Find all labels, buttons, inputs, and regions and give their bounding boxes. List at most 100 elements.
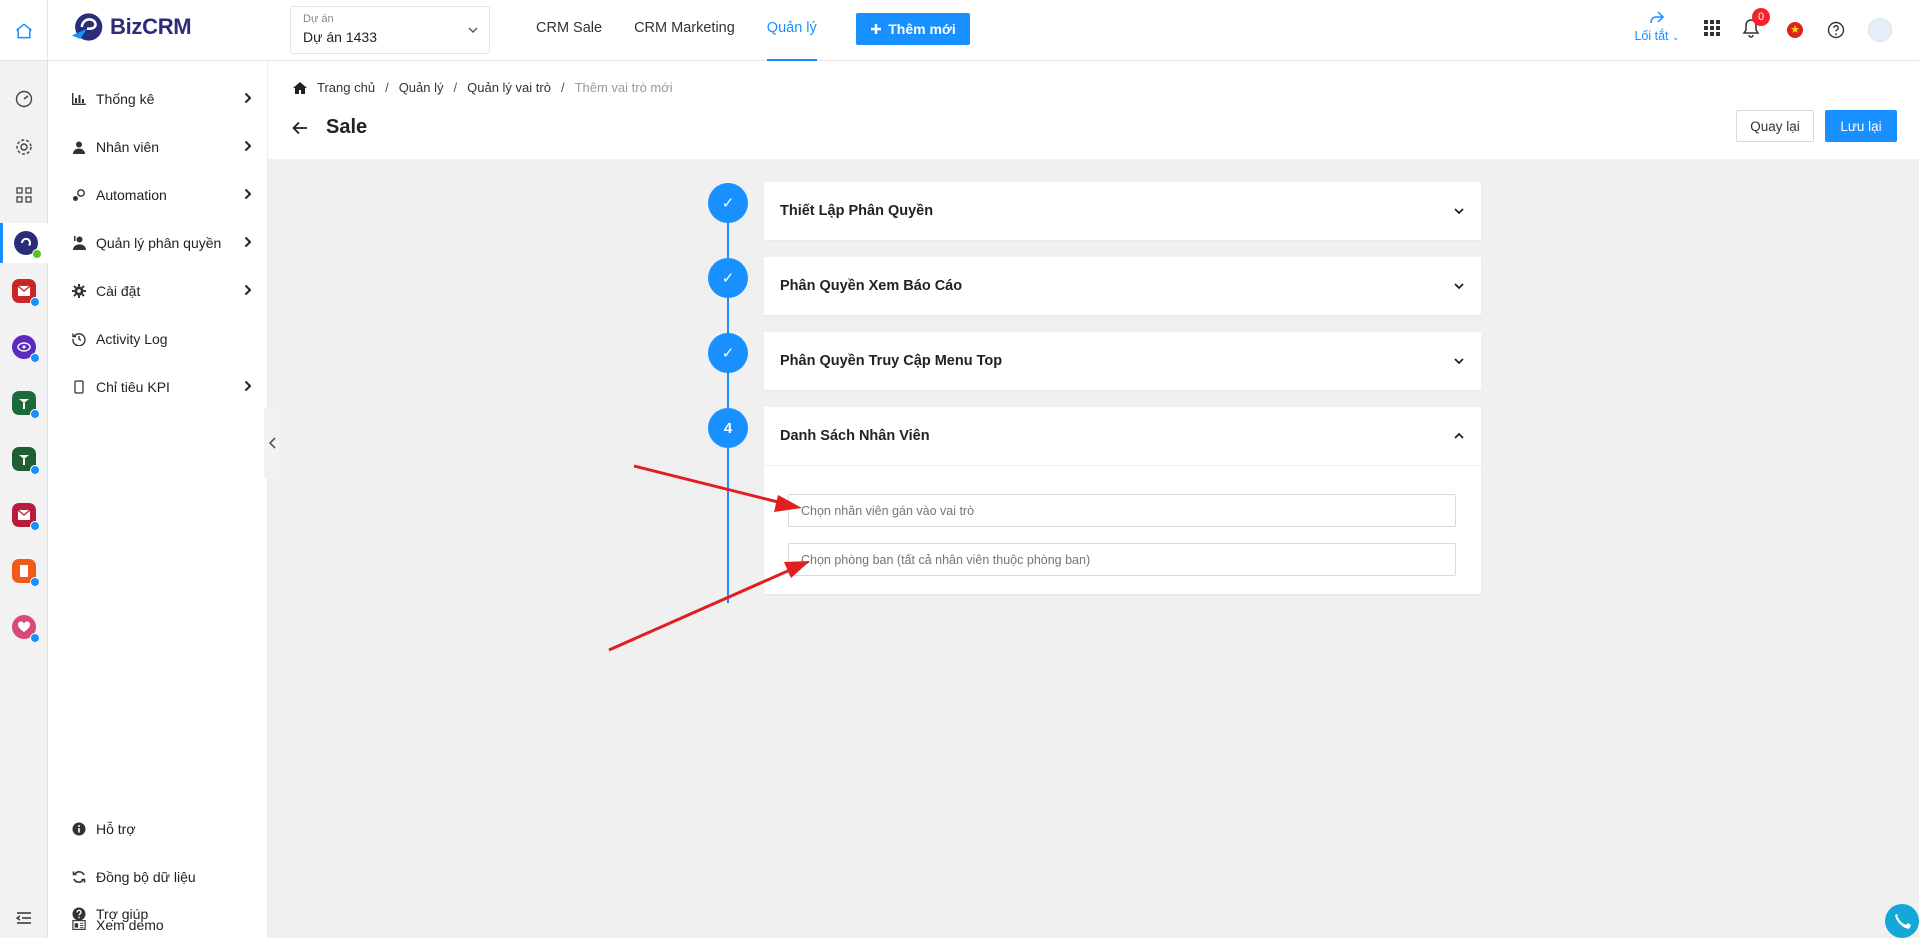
sidebar-item-cai-dat[interactable]: Cài đặt bbox=[48, 271, 268, 311]
breadcrumb-separator: / bbox=[560, 80, 565, 95]
chevron-right-icon bbox=[244, 140, 252, 152]
plus-icon bbox=[871, 24, 882, 34]
chart-icon bbox=[72, 92, 86, 106]
rail-grid[interactable] bbox=[0, 175, 48, 215]
chevron-right-icon bbox=[244, 284, 252, 296]
sidebar-item-label: Nhân viên bbox=[96, 139, 160, 155]
employee-select-input[interactable] bbox=[788, 494, 1456, 527]
rail-tree-app[interactable] bbox=[0, 383, 48, 423]
step-panel-header[interactable]: Phân Quyền Xem Báo Cáo bbox=[764, 257, 1481, 315]
step-panel-xem-bao-cao: Phân Quyền Xem Báo Cáo bbox=[764, 257, 1481, 315]
step-panel-truy-cap-menu-top: Phân Quyền Truy Cập Menu Top bbox=[764, 332, 1481, 390]
sidebar-item-label: Quản lý phân quyền bbox=[96, 235, 222, 251]
breadcrumb-quan-ly-vai-tro[interactable]: Quản lý vai trò bbox=[467, 80, 551, 95]
sidebar-item-chi-tieu-kpi[interactable]: Chỉ tiêu KPI bbox=[48, 367, 268, 407]
sidebar: Thống kê Nhân viên Automation Quản lý ph… bbox=[48, 61, 268, 938]
rail-bizcrm-app[interactable] bbox=[0, 223, 48, 263]
nav-quan-ly[interactable]: Quản lý bbox=[751, 0, 833, 61]
sidebar-item-label: Đồng bộ dữ liệu bbox=[96, 869, 196, 885]
sidebar-item-activity-log[interactable]: Activity Log bbox=[48, 319, 268, 359]
back-button[interactable]: Quay lại bbox=[1736, 110, 1814, 142]
bizcrm-logo-icon bbox=[71, 13, 103, 41]
step-panel-title: Danh Sách Nhân Viên bbox=[780, 428, 930, 444]
breadcrumb-current: Thêm vai trò mới bbox=[574, 80, 673, 95]
step-marker-2: ✓ bbox=[708, 258, 748, 298]
breadcrumb-home[interactable]: Trang chủ bbox=[317, 80, 375, 95]
tree-app-icon bbox=[12, 391, 40, 419]
home-button[interactable] bbox=[0, 0, 48, 61]
automation-icon bbox=[72, 188, 86, 202]
top-header: BizCRM Dự án Dự án 1433 CRM Sale CRM Mar… bbox=[0, 0, 1919, 61]
rail-settings[interactable] bbox=[0, 127, 48, 167]
chevron-right-icon bbox=[244, 236, 252, 248]
chevron-right-icon bbox=[244, 188, 252, 200]
call-fab-button[interactable] bbox=[1885, 904, 1919, 938]
sidebar-item-label: Automation bbox=[96, 187, 167, 203]
settings-icon bbox=[16, 139, 32, 155]
phone-call-icon bbox=[1895, 914, 1911, 929]
heart-app-icon bbox=[12, 615, 40, 643]
sidebar-item-quan-ly-phan-quyen[interactable]: Quản lý phân quyền bbox=[48, 223, 268, 263]
history-icon bbox=[72, 332, 86, 346]
question-icon bbox=[72, 907, 86, 921]
nav-crm-sale[interactable]: CRM Sale bbox=[520, 0, 618, 61]
phone-icon bbox=[72, 380, 86, 394]
apps-grid-icon[interactable] bbox=[1704, 20, 1720, 36]
rail-doc-app[interactable] bbox=[0, 551, 48, 591]
step-panel-header[interactable]: Phân Quyền Truy Cập Menu Top bbox=[764, 332, 1481, 390]
avatar[interactable] bbox=[1868, 18, 1892, 42]
save-button[interactable]: Lưu lại bbox=[1825, 110, 1897, 142]
sidebar-item-ho-tro[interactable]: Hỗ trợ bbox=[48, 809, 268, 849]
rail-tree-app-2[interactable] bbox=[0, 439, 48, 479]
vietnam-flag-icon[interactable]: ★ bbox=[1787, 22, 1803, 38]
sidebar-item-label: Trợ giúp bbox=[96, 906, 149, 922]
logo-text-crm: CRM bbox=[142, 14, 192, 39]
step-panel-danh-sach-nhan-vien: Danh Sách Nhân Viên bbox=[764, 407, 1481, 594]
sidebar-item-nhan-vien[interactable]: Nhân viên bbox=[48, 127, 268, 167]
department-select-input[interactable] bbox=[788, 543, 1456, 576]
rail-heart-app[interactable] bbox=[0, 607, 48, 647]
rail-mail-app-2[interactable] bbox=[0, 495, 48, 535]
sidebar-item-label: Hỗ trợ bbox=[96, 821, 136, 837]
project-select[interactable]: Dự án Dự án 1433 bbox=[290, 6, 490, 54]
add-new-button[interactable]: Thêm mới bbox=[856, 13, 970, 45]
step-panel-title: Thiết Lập Phân Quyền bbox=[780, 203, 934, 219]
rail-eye-app[interactable] bbox=[0, 327, 48, 367]
nav-crm-marketing[interactable]: CRM Marketing bbox=[618, 0, 751, 61]
chevron-down-icon bbox=[1454, 283, 1464, 290]
menu-collapse-icon bbox=[16, 912, 31, 924]
mail-app-icon bbox=[12, 279, 40, 307]
sidebar-item-tro-giup[interactable]: Trợ giúp bbox=[48, 894, 268, 934]
bizcrm-logo[interactable]: BizCRM bbox=[70, 10, 192, 44]
step-marker-4: 4 bbox=[708, 408, 748, 448]
sidebar-item-label: Cài đặt bbox=[96, 283, 141, 299]
sync-icon bbox=[72, 870, 86, 884]
home-icon[interactable] bbox=[292, 81, 308, 95]
breadcrumb-quan-ly[interactable]: Quản lý bbox=[399, 80, 444, 95]
sidebar-item-dong-bo[interactable]: Đồng bộ dữ liệu bbox=[48, 857, 268, 897]
sidebar-item-label: Thống kê bbox=[96, 91, 155, 107]
rail-mail-app[interactable] bbox=[0, 271, 48, 311]
eye-app-icon bbox=[12, 335, 40, 363]
grid-icon bbox=[16, 187, 32, 203]
gear-icon bbox=[72, 284, 86, 298]
page-header: Trang chủ / Quản lý / Quản lý vai trò / … bbox=[268, 61, 1919, 159]
step-panel-title: Phân Quyền Truy Cập Menu Top bbox=[780, 353, 1003, 369]
rail-dashboard[interactable] bbox=[0, 79, 48, 119]
shortcut-menu[interactable]: Lối tắt ⌄ bbox=[1630, 11, 1684, 43]
sidebar-item-automation[interactable]: Automation bbox=[48, 175, 268, 215]
permission-icon bbox=[72, 236, 86, 250]
help-circle-icon[interactable] bbox=[1827, 21, 1845, 39]
chevron-down-icon bbox=[468, 27, 478, 33]
info-icon bbox=[72, 822, 86, 836]
step-panel-header[interactable]: Danh Sách Nhân Viên bbox=[764, 407, 1481, 465]
arrow-left-icon[interactable] bbox=[292, 121, 308, 135]
step-marker-1: ✓ bbox=[708, 183, 748, 223]
project-select-value: Dự án 1433 bbox=[303, 29, 377, 45]
sidebar-item-thong-ke[interactable]: Thống kê bbox=[48, 79, 268, 119]
shortcut-label: Lối tắt bbox=[1634, 29, 1669, 43]
sidebar-collapse-handle[interactable] bbox=[264, 408, 280, 478]
breadcrumb-separator: / bbox=[385, 80, 389, 95]
step-panel-header[interactable]: Thiết Lập Phân Quyền bbox=[764, 182, 1481, 240]
rail-menu-toggle[interactable] bbox=[0, 903, 48, 933]
